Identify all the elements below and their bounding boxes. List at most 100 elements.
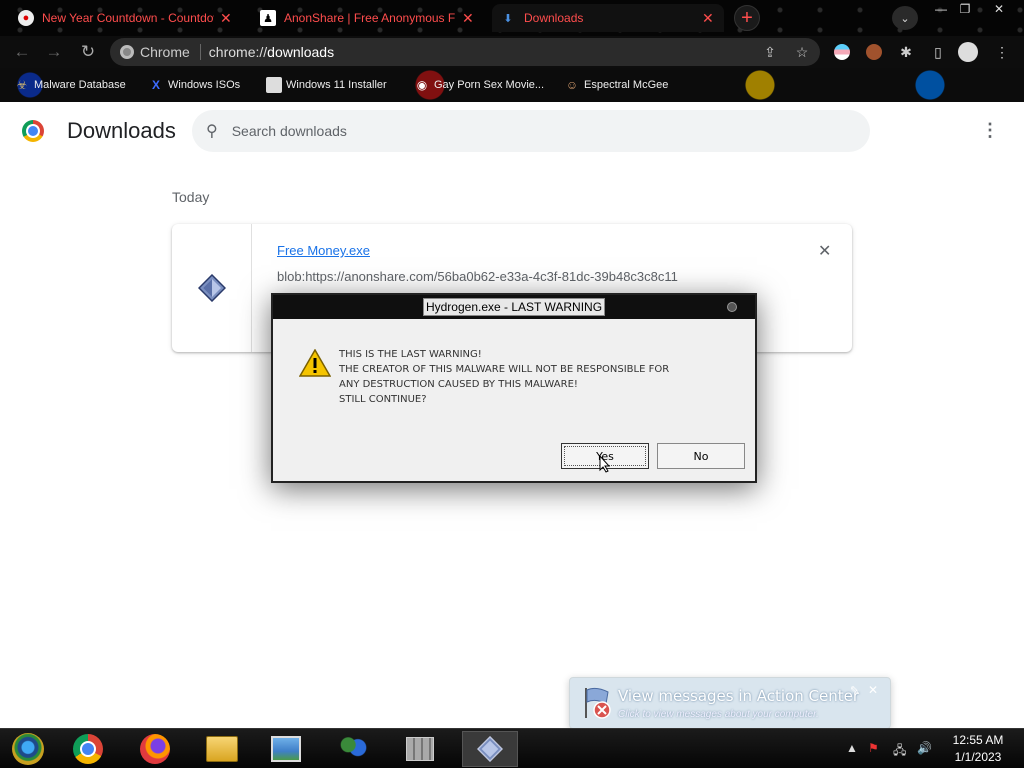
url-host: downloads <box>267 44 335 60</box>
bookmark-windows-11-installer[interactable]: Windows 11 Installer <box>266 76 387 94</box>
more-options-icon[interactable]: ⋮ <box>980 118 1000 142</box>
chrome-icon <box>73 734 103 764</box>
taskbar-messenger[interactable] <box>325 731 381 767</box>
taskbar-explorer[interactable] <box>194 731 250 767</box>
address-bar[interactable]: Chrome chrome://downloads <box>110 38 820 66</box>
notification-title: View messages in Action Center <box>618 687 860 705</box>
taskbar-app-window[interactable] <box>392 731 448 767</box>
side-panel-icon[interactable]: ▯ <box>928 42 948 62</box>
clock-icon: ● <box>18 10 34 26</box>
tab-strip: ● New Year Countdown - Countdown ✕ ♟ Ano… <box>0 0 1024 36</box>
tab-downloads[interactable]: ⬇ Downloads ✕ <box>492 4 724 32</box>
download-source-url[interactable]: blob:https://anonshare.com/56ba0b62-e33a… <box>277 269 678 284</box>
notification-close-icon[interactable]: ✕ <box>868 683 878 697</box>
back-arrow-icon[interactable]: ← <box>10 40 34 64</box>
bookmark-malware-database[interactable]: ☣ Malware Database <box>14 76 126 94</box>
screen: ● New Year Countdown - Countdown ✕ ♟ Ano… <box>0 0 1024 768</box>
url-text: chrome://downloads <box>201 44 334 60</box>
reload-icon[interactable]: ↻ <box>76 40 100 64</box>
warning-triangle-icon <box>299 349 331 377</box>
warning-dialog: Hydrogen.exe - LAST WARNING THIS IS THE … <box>271 293 757 483</box>
tab-close-icon[interactable]: ✕ <box>702 10 714 27</box>
bookmark-label: Windows 11 Installer <box>286 79 387 91</box>
bookmark-star-icon[interactable]: ☆ <box>792 42 812 62</box>
search-input[interactable] <box>231 123 832 139</box>
date-heading: Today <box>172 189 210 205</box>
hydrogen-diamond-icon <box>477 736 503 762</box>
bookmark-label: Windows ISOs <box>168 79 241 91</box>
close-window-icon[interactable]: ✕ <box>984 0 1014 18</box>
bookmark-movie-site[interactable]: ◉ Gay Porn Sex Movie... <box>414 76 544 94</box>
chrome-logo-icon <box>22 120 44 142</box>
site-chip[interactable]: Chrome <box>120 44 201 60</box>
notification-subtitle: Click to view messages about your comput… <box>618 709 819 720</box>
dialog-titlebar[interactable]: Hydrogen.exe - LAST WARNING <box>273 295 755 319</box>
firefox-icon <box>140 734 170 764</box>
network-icon[interactable]: 🖧 <box>893 741 906 762</box>
taskbar-hydrogen[interactable] <box>462 731 518 767</box>
pin-icon[interactable]: ✎ <box>850 684 859 697</box>
file-icon-column <box>172 224 252 352</box>
clock-date: 1/1/2023 <box>954 750 1002 764</box>
biohazard-icon: ☣ <box>16 78 28 92</box>
person-icon: ♟ <box>260 10 276 26</box>
puzzle-icon[interactable]: ✱ <box>896 42 916 62</box>
tab-anonshare[interactable]: ♟ AnonShare | Free Anonymous File ✕ <box>252 4 482 32</box>
profile-icon[interactable] <box>958 42 978 62</box>
windows-orb-icon <box>12 733 44 765</box>
extension-avatar-icon[interactable] <box>864 42 884 62</box>
tab-search-chevron-icon[interactable]: ⌄ <box>892 6 918 30</box>
action-center-tray-icon[interactable]: ⚑ <box>868 741 879 755</box>
forward-arrow-icon[interactable]: → <box>42 40 66 64</box>
tab-title: AnonShare | Free Anonymous File <box>284 11 456 25</box>
taskbar-photos[interactable] <box>258 731 314 767</box>
system-clock[interactable]: 12:55 AM 1/1/2023 <box>940 732 1016 766</box>
start-button[interactable] <box>0 731 56 767</box>
download-icon: ⬇ <box>503 12 513 25</box>
download-filename-link[interactable]: Free Money.exe <box>277 243 370 258</box>
tab-title: New Year Countdown - Countdown <box>42 11 214 25</box>
tab-title: Downloads <box>524 11 584 25</box>
search-bar[interactable]: ⚲ <box>192 110 870 152</box>
taskbar-firefox[interactable] <box>127 731 183 767</box>
taskbar: ▲ ⚑ 🖧 🔊 12:55 AM 1/1/2023 <box>0 728 1024 768</box>
share-icon[interactable]: ⇪ <box>760 42 780 62</box>
tab-countdown[interactable]: ● New Year Countdown - Countdown ✕ <box>10 4 240 32</box>
site-logo-icon: ◉ <box>416 78 428 92</box>
site-label: Chrome <box>140 44 190 60</box>
new-tab-button[interactable]: + <box>734 5 760 31</box>
bookmark-label: Gay Porn Sex Movie... <box>434 79 545 91</box>
url-scheme: chrome:// <box>208 44 268 60</box>
mouse-cursor-icon <box>599 455 611 473</box>
menu-icon[interactable]: ⋮ <box>992 42 1012 62</box>
page-icon <box>266 77 282 93</box>
avatar-icon: ☺ <box>565 78 579 92</box>
tray-overflow-icon[interactable]: ▲ <box>846 741 858 755</box>
hydrogen-diamond-icon <box>197 274 226 302</box>
action-center-notification[interactable]: View messages in Action Center Click to … <box>569 677 891 729</box>
no-button[interactable]: No <box>657 443 745 469</box>
wall-icon <box>406 737 434 761</box>
dialog-message: THIS IS THE LAST WARNING! THE CREATOR OF… <box>339 349 670 405</box>
bookmark-label: Malware Database <box>34 79 126 91</box>
bookmarks-bar: ☣ Malware Database X Windows ISOs Window… <box>0 68 1024 102</box>
restore-icon[interactable]: ❐ <box>950 0 980 18</box>
action-center-flag-icon <box>585 687 611 719</box>
page-title: Downloads <box>67 118 176 143</box>
extension-flag-icon[interactable] <box>832 42 852 62</box>
search-icon: ⚲ <box>206 123 218 140</box>
clock-time: 12:55 AM <box>952 733 1004 747</box>
browser-toolbar: ← → ↻ Chrome chrome://downloads ⇪ ☆ ✱ ▯ … <box>0 36 1024 68</box>
taskbar-chrome[interactable] <box>60 731 116 767</box>
dialog-close-icon[interactable] <box>727 302 737 312</box>
tab-close-icon[interactable]: ✕ <box>462 10 474 27</box>
bookmark-espectral-mcgee[interactable]: ☺ Espectral McGee <box>564 76 669 94</box>
people-icon <box>337 735 369 763</box>
bookmark-windows-isos[interactable]: X Windows ISOs <box>148 76 240 94</box>
remove-download-icon[interactable]: ✕ <box>818 241 831 261</box>
folder-icon <box>206 736 238 762</box>
chrome-icon <box>120 45 134 59</box>
tab-close-icon[interactable]: ✕ <box>220 10 232 27</box>
dialog-title: Hydrogen.exe - LAST WARNING <box>422 298 606 316</box>
volume-icon[interactable]: 🔊 <box>917 741 932 755</box>
